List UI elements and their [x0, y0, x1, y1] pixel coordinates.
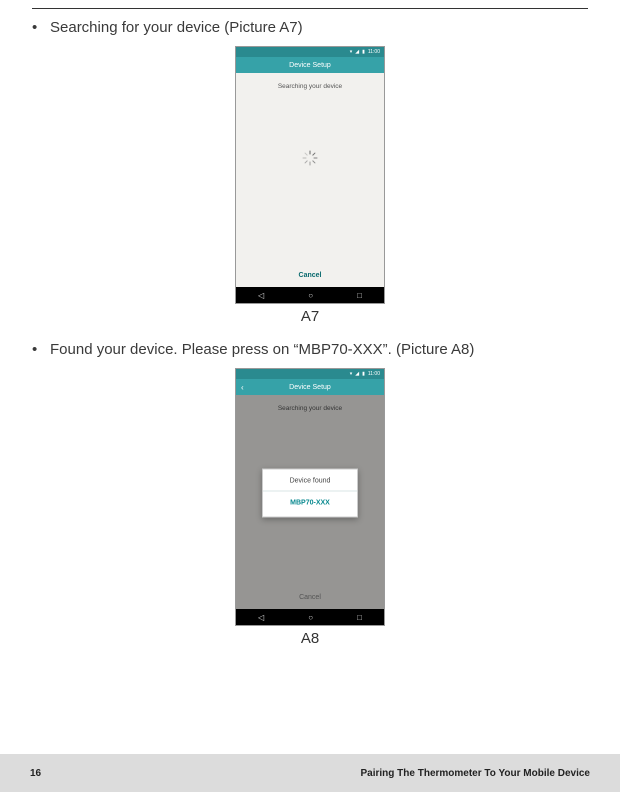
- nav-bar: ◁ ○ □: [236, 287, 384, 303]
- status-bar: ▾ ◢ ▮ 11:00: [236, 47, 384, 57]
- phone-screenshot-a7: ▾ ◢ ▮ 11:00 Device Setup Searching your …: [235, 46, 385, 304]
- signal-icon: ◢: [355, 49, 359, 55]
- signal-icon: ◢: [355, 371, 359, 377]
- bullet-text: Searching for your device (Picture A7): [50, 19, 303, 36]
- device-found-dialog: Device found MBP70-XXX: [262, 469, 358, 518]
- bullet-item: • Searching for your device (Picture A7): [32, 19, 588, 36]
- dialog-title: Device found: [263, 470, 357, 491]
- cancel-button[interactable]: Cancel: [299, 272, 322, 279]
- app-title: Device Setup: [289, 62, 331, 69]
- status-time: 11:00: [368, 49, 380, 55]
- nav-bar: ◁ ○ □: [236, 609, 384, 625]
- app-title-bar: ‹ Device Setup: [236, 379, 384, 395]
- nav-back-icon[interactable]: ◁: [258, 613, 264, 622]
- dialog-device-item[interactable]: MBP70-XXX: [263, 492, 357, 517]
- battery-icon: ▮: [362, 49, 365, 55]
- nav-home-icon[interactable]: ○: [308, 613, 313, 622]
- nav-back-icon[interactable]: ◁: [258, 291, 264, 300]
- section-title: Pairing The Thermometer To Your Mobile D…: [361, 768, 591, 779]
- status-time: 11:00: [368, 371, 380, 377]
- screen-subtitle: Searching your device: [278, 83, 342, 90]
- bullet-item: • Found your device. Please press on “MB…: [32, 341, 588, 358]
- nav-recent-icon[interactable]: □: [357, 291, 362, 300]
- bullet-text: Found your device. Please press on “MBP7…: [50, 341, 474, 358]
- page-number: 16: [30, 768, 41, 779]
- wifi-icon: ▾: [350, 371, 353, 377]
- app-title-bar: Device Setup: [236, 57, 384, 73]
- nav-recent-icon[interactable]: □: [357, 613, 362, 622]
- battery-icon: ▮: [362, 371, 365, 377]
- page-footer: 16 Pairing The Thermometer To Your Mobil…: [0, 754, 620, 792]
- caption-a8: A8: [32, 630, 588, 647]
- back-icon[interactable]: ‹: [241, 383, 244, 392]
- bullet-dot: •: [32, 341, 50, 358]
- spinner-icon: [302, 150, 318, 166]
- wifi-icon: ▾: [350, 49, 353, 55]
- nav-home-icon[interactable]: ○: [308, 291, 313, 300]
- status-bar: ▾ ◢ ▮ 11:00: [236, 369, 384, 379]
- app-title: Device Setup: [289, 384, 331, 391]
- bullet-dot: •: [32, 19, 50, 36]
- phone-screenshot-a8: ▾ ◢ ▮ 11:00 ‹ Device Setup Searching you…: [235, 368, 385, 626]
- app-screen: Searching your device: [236, 73, 384, 287]
- caption-a7: A7: [32, 308, 588, 325]
- app-screen: Searching your device Cancel Device foun…: [236, 395, 384, 609]
